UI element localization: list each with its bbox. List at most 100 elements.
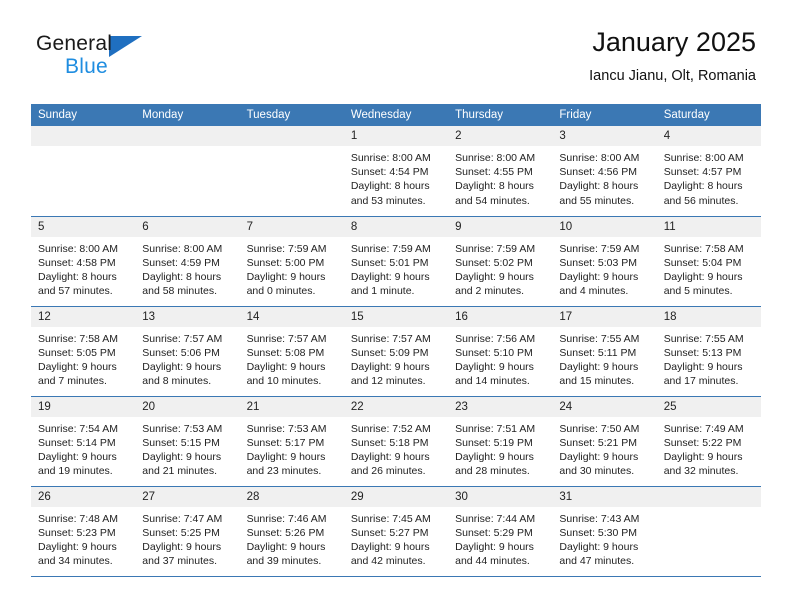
daylight-text-line2: and 55 minutes. xyxy=(559,194,635,207)
sunrise-text: Sunrise: 7:58 AM xyxy=(38,332,118,345)
daylight-text-line1: Daylight: 9 hours xyxy=(350,450,430,463)
calendar-day-cell[interactable]: 19 Sunrise: 7:54 AM Sunset: 5:14 PM Dayligh… xyxy=(31,396,136,487)
location-subtitle: Iancu Jianu, Olt, Romania xyxy=(589,67,756,84)
sunrise-text: Sunrise: 7:57 AM xyxy=(246,332,327,345)
day-sun-info: Sunrise: 8:00 AM Sunset: 4:58 PM Daylight:… xyxy=(31,237,135,299)
day-cell-inner: 7 Sunrise: 7:59 AM Sunset: 5:00 PM Daylight… xyxy=(239,216,344,306)
sunset-text: Sunset: 5:10 PM xyxy=(455,346,533,359)
daylight-text-line2: and 17 minutes. xyxy=(663,375,739,388)
daylight-text-line2: and 7 minutes. xyxy=(38,375,107,388)
calendar-day-cell[interactable]: 21 Sunrise: 7:53 AM Sunset: 5:17 PM Dayligh… xyxy=(239,396,344,487)
day-sun-info: Sunrise: 8:00 AM Sunset: 4:55 PM Daylight:… xyxy=(448,146,552,208)
day-sun-info: Sunrise: 7:55 AM Sunset: 5:11 PM Daylight:… xyxy=(552,327,656,389)
daylight-text-line2: and 1 minute. xyxy=(350,285,415,298)
calendar-day-cell[interactable]: 25 Sunrise: 7:49 AM Sunset: 5:22 PM Dayligh… xyxy=(656,396,761,487)
calendar-day-cell[interactable]: 5 Sunrise: 8:00 AM Sunset: 4:58 PM Daylight… xyxy=(31,216,136,307)
daylight-text-line2: and 58 minutes. xyxy=(142,285,217,298)
sunrise-text: Sunrise: 8:00 AM xyxy=(142,242,223,255)
calendar-day-cell[interactable]: 12 Sunrise: 7:58 AM Sunset: 5:05 PM Dayligh… xyxy=(31,306,136,397)
day-cell-inner: 12 Sunrise: 7:58 AM Sunset: 5:05 PM Dayligh… xyxy=(31,306,136,396)
daylight-text-line1: Daylight: 8 hours xyxy=(350,180,430,193)
calendar-week-row: 12 Sunrise: 7:58 AM Sunset: 5:05 PM Dayligh… xyxy=(31,306,761,397)
calendar-day-cell[interactable]: 26 Sunrise: 7:48 AM Sunset: 5:23 PM Dayligh… xyxy=(31,486,136,577)
calendar-day-cell[interactable]: 28 Sunrise: 7:46 AM Sunset: 5:26 PM Dayligh… xyxy=(239,486,344,577)
daylight-text-line2: and 44 minutes. xyxy=(455,555,530,568)
calendar-body: 1 Sunrise: 8:00 AM Sunset: 4:54 PM Daylight… xyxy=(31,126,761,577)
calendar-day-cell[interactable]: 15 Sunrise: 7:57 AM Sunset: 5:09 PM Dayligh… xyxy=(343,306,449,397)
daylight-text-line1: Daylight: 9 hours xyxy=(663,450,743,463)
sunrise-text: Sunrise: 7:49 AM xyxy=(663,422,744,435)
calendar-day-cell[interactable]: 11 Sunrise: 7:58 AM Sunset: 5:04 PM Dayligh… xyxy=(656,216,761,307)
daylight-text-line1: Daylight: 9 hours xyxy=(246,540,326,553)
sunrise-text: Sunrise: 7:55 AM xyxy=(663,332,744,345)
day-cell-inner: 25 Sunrise: 7:49 AM Sunset: 5:22 PM Dayligh… xyxy=(656,396,761,486)
daylight-text-line1: Daylight: 8 hours xyxy=(38,270,117,283)
day-sun-info: Sunrise: 7:55 AM Sunset: 5:13 PM Daylight:… xyxy=(657,327,761,389)
daylight-text-line1: Daylight: 9 hours xyxy=(455,540,534,553)
day-cell-inner xyxy=(135,126,240,216)
day-number: 3 xyxy=(552,126,657,146)
sunset-text: Sunset: 5:00 PM xyxy=(246,256,325,269)
day-sun-info: Sunrise: 7:59 AM Sunset: 5:02 PM Daylight:… xyxy=(448,237,552,299)
calendar-day-cell[interactable]: 13 Sunrise: 7:57 AM Sunset: 5:06 PM Dayligh… xyxy=(135,306,240,397)
calendar-day-cell[interactable]: 16 Sunrise: 7:56 AM Sunset: 5:10 PM Dayligh… xyxy=(448,306,553,397)
weekday-header-monday: Monday xyxy=(135,104,240,126)
calendar-day-cell[interactable]: 24 Sunrise: 7:50 AM Sunset: 5:21 PM Dayligh… xyxy=(552,396,657,487)
day-number: 7 xyxy=(239,216,344,237)
calendar-day-cell[interactable]: 18 Sunrise: 7:55 AM Sunset: 5:13 PM Dayligh… xyxy=(656,306,761,397)
day-number: 28 xyxy=(239,486,344,507)
sunrise-text: Sunrise: 7:57 AM xyxy=(350,332,431,345)
sunrise-text: Sunrise: 7:59 AM xyxy=(559,242,640,255)
daylight-text-line2: and 19 minutes. xyxy=(38,465,113,478)
weekday-header-sunday: Sunday xyxy=(31,104,136,126)
calendar-day-cell[interactable]: 2 Sunrise: 8:00 AM Sunset: 4:55 PM Daylight… xyxy=(448,126,553,217)
sunrise-text: Sunrise: 7:53 AM xyxy=(142,422,223,435)
calendar-day-cell[interactable]: 29 Sunrise: 7:45 AM Sunset: 5:27 PM Dayligh… xyxy=(343,486,449,577)
calendar-day-cell[interactable]: 10 Sunrise: 7:59 AM Sunset: 5:03 PM Dayligh… xyxy=(552,216,657,307)
calendar-day-cell[interactable]: 22 Sunrise: 7:52 AM Sunset: 5:18 PM Dayligh… xyxy=(343,396,449,487)
sunset-text: Sunset: 5:03 PM xyxy=(559,256,638,269)
day-cell-inner: 15 Sunrise: 7:57 AM Sunset: 5:09 PM Dayligh… xyxy=(343,306,449,396)
calendar-day-cell[interactable]: 23 Sunrise: 7:51 AM Sunset: 5:19 PM Dayligh… xyxy=(448,396,553,487)
calendar-day-cell[interactable]: 3 Sunrise: 8:00 AM Sunset: 4:56 PM Daylight… xyxy=(552,126,657,217)
sunset-text: Sunset: 5:06 PM xyxy=(142,346,220,359)
daylight-text-line1: Daylight: 9 hours xyxy=(559,450,639,463)
calendar-day-cell[interactable]: 7 Sunrise: 7:59 AM Sunset: 5:00 PM Daylight… xyxy=(239,216,344,307)
day-number: 12 xyxy=(31,306,136,327)
calendar-day-cell[interactable]: 1 Sunrise: 8:00 AM Sunset: 4:54 PM Daylight… xyxy=(343,126,449,217)
sunset-text: Sunset: 5:22 PM xyxy=(663,436,742,449)
weekday-header-friday: Friday xyxy=(552,104,657,126)
calendar-day-cell[interactable]: 17 Sunrise: 7:55 AM Sunset: 5:11 PM Dayligh… xyxy=(552,306,657,397)
daylight-text-line1: Daylight: 9 hours xyxy=(246,270,326,283)
day-cell-inner: 14 Sunrise: 7:57 AM Sunset: 5:08 PM Dayligh… xyxy=(239,306,344,396)
sunrise-text: Sunrise: 7:59 AM xyxy=(246,242,327,255)
daylight-text-line1: Daylight: 9 hours xyxy=(455,270,534,283)
calendar-day-cell[interactable]: 31 Sunrise: 7:43 AM Sunset: 5:30 PM Dayligh… xyxy=(552,486,657,577)
daylight-text-line1: Daylight: 8 hours xyxy=(559,180,639,193)
day-sun-info: Sunrise: 7:43 AM Sunset: 5:30 PM Daylight:… xyxy=(552,507,656,569)
day-sun-info: Sunrise: 7:46 AM Sunset: 5:26 PM Daylight:… xyxy=(240,507,344,569)
day-cell-inner: 27 Sunrise: 7:47 AM Sunset: 5:25 PM Dayligh… xyxy=(135,486,240,576)
calendar-day-cell[interactable]: 6 Sunrise: 8:00 AM Sunset: 4:59 PM Daylight… xyxy=(135,216,240,307)
calendar-day-cell[interactable]: 27 Sunrise: 7:47 AM Sunset: 5:25 PM Dayligh… xyxy=(135,486,240,577)
calendar-day-cell[interactable]: 14 Sunrise: 7:57 AM Sunset: 5:08 PM Dayligh… xyxy=(239,306,344,397)
day-cell-inner: 29 Sunrise: 7:45 AM Sunset: 5:27 PM Dayligh… xyxy=(343,486,449,576)
day-number: 4 xyxy=(656,126,761,146)
logo-triangle-icon xyxy=(109,36,142,57)
calendar-day-cell[interactable]: 8 Sunrise: 7:59 AM Sunset: 5:01 PM Daylight… xyxy=(343,216,449,307)
daylight-text-line1: Daylight: 9 hours xyxy=(350,270,430,283)
calendar-day-cell[interactable]: 30 Sunrise: 7:44 AM Sunset: 5:29 PM Dayligh… xyxy=(448,486,553,577)
daylight-text-line1: Daylight: 9 hours xyxy=(350,360,430,373)
daylight-text-line2: and 2 minutes. xyxy=(455,285,525,298)
sunrise-text: Sunrise: 7:58 AM xyxy=(663,242,744,255)
day-sun-info: Sunrise: 8:00 AM Sunset: 4:59 PM Daylight:… xyxy=(135,237,239,299)
calendar-day-cell[interactable]: 9 Sunrise: 7:59 AM Sunset: 5:02 PM Daylight… xyxy=(448,216,553,307)
day-cell-inner xyxy=(239,126,344,216)
sunset-text: Sunset: 5:05 PM xyxy=(38,346,116,359)
sunrise-text: Sunrise: 7:54 AM xyxy=(38,422,118,435)
day-cell-inner: 28 Sunrise: 7:46 AM Sunset: 5:26 PM Dayligh… xyxy=(239,486,344,576)
daylight-text-line1: Daylight: 9 hours xyxy=(246,450,326,463)
calendar-day-cell[interactable]: 4 Sunrise: 8:00 AM Sunset: 4:57 PM Daylight… xyxy=(656,126,761,217)
calendar-day-cell[interactable]: 20 Sunrise: 7:53 AM Sunset: 5:15 PM Dayligh… xyxy=(135,396,240,487)
day-cell-inner: 4 Sunrise: 8:00 AM Sunset: 4:57 PM Daylight… xyxy=(656,126,761,216)
